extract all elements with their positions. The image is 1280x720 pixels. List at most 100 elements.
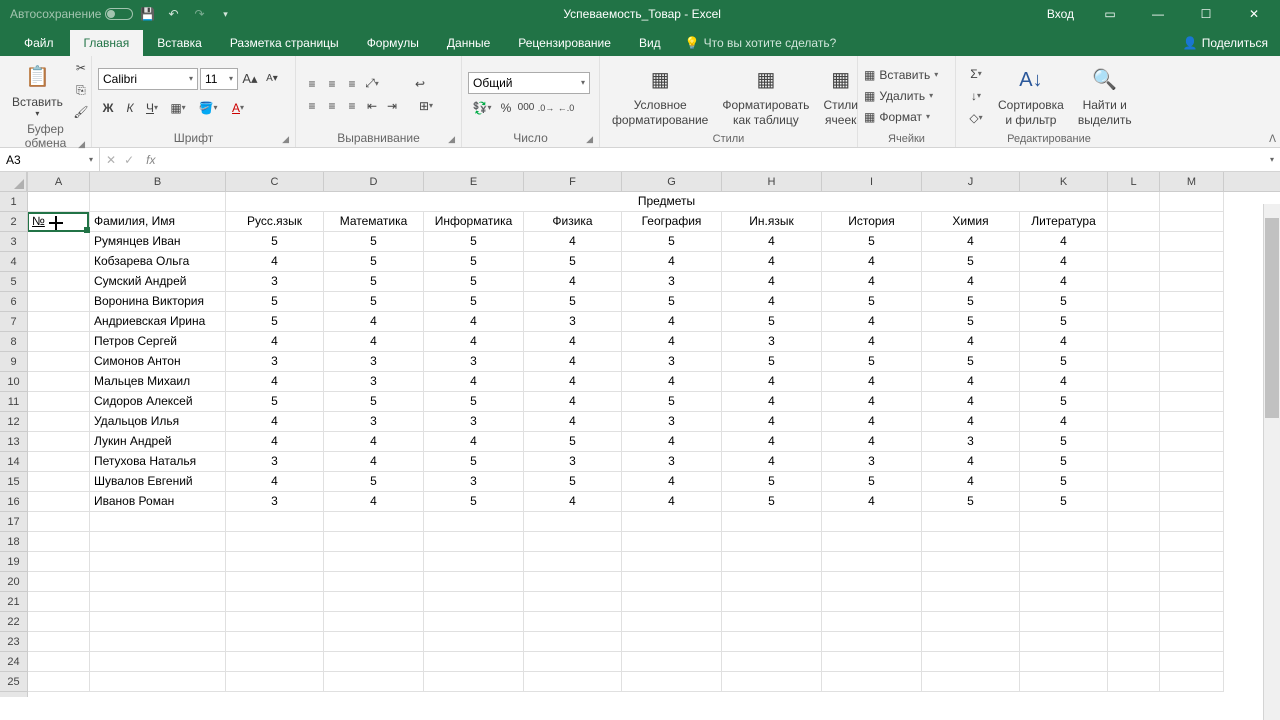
cell[interactable]: 4 (722, 252, 822, 272)
cell[interactable]: 5 (1020, 312, 1108, 332)
cell[interactable]: Русс.язык (226, 212, 324, 232)
cell[interactable]: 4 (524, 392, 622, 412)
font-name-select[interactable]: Calibri▾ (98, 68, 198, 90)
save-icon[interactable]: 💾 (135, 2, 159, 26)
cell[interactable]: 4 (722, 412, 822, 432)
cell[interactable]: Шувалов Евгений (90, 472, 226, 492)
cell[interactable]: История (822, 212, 922, 232)
cell[interactable] (622, 532, 722, 552)
cell[interactable] (28, 572, 90, 592)
cell[interactable]: 4 (722, 432, 822, 452)
row-header[interactable]: 11 (0, 392, 27, 412)
cell[interactable] (722, 612, 822, 632)
cell[interactable] (324, 572, 424, 592)
cell[interactable] (226, 532, 324, 552)
cell[interactable]: 4 (1020, 252, 1108, 272)
cell[interactable] (1160, 312, 1224, 332)
cell[interactable]: Кобзарева Ольга (90, 252, 226, 272)
cell[interactable]: 4 (922, 232, 1020, 252)
cell[interactable]: Петухова Наталья (90, 452, 226, 472)
cell[interactable]: 3 (822, 452, 922, 472)
cell[interactable] (524, 612, 622, 632)
cell[interactable]: Сумский Андрей (90, 272, 226, 292)
cell[interactable]: 5 (622, 292, 722, 312)
cell[interactable]: Физика (524, 212, 622, 232)
cell[interactable] (1108, 552, 1160, 572)
cell[interactable] (28, 472, 90, 492)
cell[interactable] (226, 552, 324, 572)
cell[interactable]: 4 (622, 472, 722, 492)
column-headers[interactable]: ABCDEFGHIJKLM (28, 172, 1280, 192)
cell[interactable] (1108, 412, 1160, 432)
cells-grid[interactable]: Предметы№Фамилия, ИмяРусс.языкМатематика… (28, 192, 1280, 692)
row-header[interactable]: 19 (0, 552, 27, 572)
cell[interactable]: 5 (324, 392, 424, 412)
wrap-text-icon[interactable]: ↩ (408, 74, 432, 94)
row-header[interactable]: 5 (0, 272, 27, 292)
cell[interactable] (524, 632, 622, 652)
cell[interactable] (28, 232, 90, 252)
cell[interactable] (324, 672, 424, 692)
cell[interactable] (622, 632, 722, 652)
cell[interactable]: Математика (324, 212, 424, 232)
cell[interactable] (424, 592, 524, 612)
cell[interactable]: 5 (226, 312, 324, 332)
cell[interactable] (28, 192, 90, 212)
cell[interactable] (822, 512, 922, 532)
cell[interactable]: 4 (822, 272, 922, 292)
cell[interactable]: 4 (524, 412, 622, 432)
row-header[interactable]: 15 (0, 472, 27, 492)
cell[interactable]: 3 (622, 352, 722, 372)
cell[interactable] (1160, 332, 1224, 352)
cell[interactable]: Ин.язык (722, 212, 822, 232)
cell[interactable]: 5 (822, 232, 922, 252)
cell[interactable]: 4 (324, 432, 424, 452)
cell[interactable]: 5 (822, 472, 922, 492)
cell[interactable]: 4 (524, 492, 622, 512)
align-left-icon[interactable]: ≡ (302, 96, 322, 116)
cell[interactable] (1160, 512, 1224, 532)
cell[interactable]: 4 (822, 392, 922, 412)
col-header-H[interactable]: H (722, 172, 822, 191)
cell[interactable] (722, 592, 822, 612)
col-header-L[interactable]: L (1108, 172, 1160, 191)
cell[interactable] (822, 532, 922, 552)
indent-inc-icon[interactable]: ⇥ (382, 96, 402, 116)
row-header[interactable]: 22 (0, 612, 27, 632)
cell[interactable]: 4 (226, 412, 324, 432)
row-header[interactable]: 25 (0, 672, 27, 692)
col-header-E[interactable]: E (424, 172, 524, 191)
cell[interactable]: 4 (524, 332, 622, 352)
cell[interactable]: 4 (622, 492, 722, 512)
cell[interactable] (622, 672, 722, 692)
cell[interactable] (226, 572, 324, 592)
cell[interactable] (622, 552, 722, 572)
col-header-F[interactable]: F (524, 172, 622, 191)
cell[interactable]: Информатика (424, 212, 524, 232)
cell[interactable]: 4 (822, 252, 922, 272)
fill-color-icon[interactable]: 🪣▾ (194, 98, 222, 118)
cell[interactable]: Петров Сергей (90, 332, 226, 352)
cell[interactable] (1108, 392, 1160, 412)
cell[interactable] (28, 352, 90, 372)
cell[interactable]: 4 (922, 452, 1020, 472)
cell[interactable]: 5 (424, 252, 524, 272)
cell[interactable] (28, 252, 90, 272)
cell[interactable] (524, 572, 622, 592)
row-header[interactable]: 1 (0, 192, 27, 212)
cell[interactable]: 4 (424, 312, 524, 332)
cell[interactable] (28, 652, 90, 672)
cell[interactable] (524, 552, 622, 572)
format-cells-button[interactable]: ▦ Формат ▾ (864, 107, 948, 127)
cell[interactable] (1160, 652, 1224, 672)
italic-icon[interactable]: К (120, 98, 140, 118)
cell[interactable] (822, 632, 922, 652)
cell[interactable] (28, 632, 90, 652)
cell[interactable]: 3 (622, 272, 722, 292)
cell[interactable]: 5 (1020, 392, 1108, 412)
cell[interactable] (28, 452, 90, 472)
align-center-icon[interactable]: ≡ (322, 96, 342, 116)
select-all-corner[interactable] (0, 172, 27, 192)
cell[interactable] (722, 532, 822, 552)
cell[interactable]: 4 (922, 332, 1020, 352)
